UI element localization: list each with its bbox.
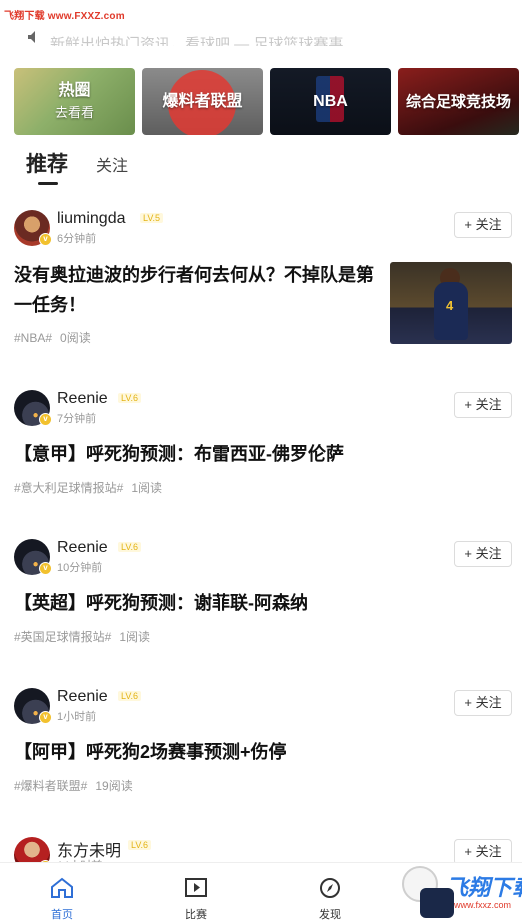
post-time: 10分钟前 bbox=[57, 562, 103, 574]
tab-following[interactable]: 关注 bbox=[96, 152, 128, 176]
post-tag[interactable]: #爆料者联盟# bbox=[14, 779, 87, 793]
nav-label: 首页 bbox=[51, 909, 73, 921]
post-username[interactable]: Reenie bbox=[57, 539, 108, 557]
post-username[interactable]: Reenie bbox=[57, 390, 108, 408]
post-title[interactable]: 【英超】呼死狗预测：谢菲联-阿森纳 bbox=[14, 588, 494, 618]
verified-badge-icon: v bbox=[39, 233, 52, 246]
home-icon bbox=[51, 877, 73, 898]
post-meta: #NBA# 0阅读 bbox=[14, 329, 91, 346]
compass-icon bbox=[320, 878, 340, 898]
nav-home[interactable]: 首页 bbox=[32, 877, 92, 922]
post-reads: 19阅读 bbox=[95, 779, 133, 793]
post-title[interactable]: 没有奥拉迪波的步行者何去何从？不掉队是第一任务！ bbox=[14, 260, 382, 320]
level-badge: LV.6 bbox=[128, 840, 152, 850]
post-thumbnail[interactable]: 4 bbox=[390, 262, 512, 344]
post-title[interactable]: 【阿甲】呼死狗2场赛事预测+伤停 bbox=[14, 737, 494, 767]
follow-button[interactable]: + 关注 bbox=[454, 212, 512, 238]
follow-button[interactable]: + 关注 bbox=[454, 541, 512, 567]
watermark-text: 飞翔下载 www.FXXZ.com bbox=[4, 11, 125, 22]
post-username[interactable]: Reenie bbox=[57, 688, 108, 706]
category-sublabel: 去看看 bbox=[54, 104, 94, 120]
feed-post[interactable]: v Reenie LV.6 10分钟前 + 关注 【英超】呼死狗预测：谢菲联-阿… bbox=[14, 539, 514, 649]
corner-logo-text: 飞翔下载 bbox=[446, 875, 522, 900]
category-row: 热圈 去看看 爆料者联盟 NBA 综合足球竞技场 bbox=[14, 68, 520, 135]
post-tag[interactable]: #NBA# bbox=[14, 331, 52, 345]
post-meta: #意大利足球情报站# 1阅读 bbox=[14, 479, 162, 496]
post-username[interactable]: liumingda bbox=[57, 210, 125, 228]
corner-watermark-logo: 飞翔下载 www.fxxz.com bbox=[402, 860, 522, 923]
category-label: 爆料者联盟 bbox=[162, 92, 243, 110]
level-badge: LV.6 bbox=[118, 691, 142, 701]
category-leaker-league[interactable]: 爆料者联盟 bbox=[142, 68, 263, 135]
post-time: 7分钟前 bbox=[57, 413, 97, 425]
announcement-text: 新鲜出炉热门资讯，看球吧 — 足球篮球赛事 bbox=[50, 36, 344, 46]
post-tag[interactable]: #意大利足球情报站# bbox=[14, 481, 123, 495]
category-nba[interactable]: NBA bbox=[270, 68, 391, 135]
post-title[interactable]: 【意甲】呼死狗预测：布雷西亚-佛罗伦萨 bbox=[14, 439, 494, 469]
verified-badge-icon: v bbox=[39, 413, 52, 426]
feed-post[interactable]: v Reenie LV.6 1小时前 + 关注 【阿甲】呼死狗2场赛事预测+伤停… bbox=[14, 688, 514, 798]
post-reads: 1阅读 bbox=[131, 481, 163, 495]
feed-post[interactable]: v Reenie LV.6 7分钟前 + 关注 【意甲】呼死狗预测：布雷西亚-佛… bbox=[14, 390, 514, 500]
post-meta: #英国足球情报站# 1阅读 bbox=[14, 628, 150, 645]
category-football-arena[interactable]: 综合足球竞技场 bbox=[398, 68, 519, 135]
category-label: NBA bbox=[313, 92, 348, 110]
active-tab-indicator bbox=[38, 182, 58, 185]
follow-button[interactable]: + 关注 bbox=[454, 690, 512, 716]
level-badge: LV.5 bbox=[140, 213, 164, 223]
post-time: 1小时前 bbox=[57, 711, 97, 723]
nav-label: 比赛 bbox=[185, 909, 207, 921]
nav-discover[interactable]: 发现 bbox=[300, 877, 360, 922]
feed-post[interactable]: v liumingda LV.5 6分钟前 + 关注 没有奥拉迪波的步行者何去何… bbox=[14, 210, 514, 350]
announcement-bar[interactable]: 新鲜出炉热门资讯，看球吧 — 足球篮球赛事 bbox=[0, 22, 522, 62]
post-reads: 1阅读 bbox=[119, 630, 151, 644]
post-reads: 0阅读 bbox=[60, 331, 91, 345]
post-tag[interactable]: #英国足球情报站# bbox=[14, 630, 111, 644]
verified-badge-icon: v bbox=[39, 711, 52, 724]
nav-label: 发现 bbox=[319, 909, 341, 921]
post-time: 6分钟前 bbox=[57, 233, 97, 245]
follow-button[interactable]: + 关注 bbox=[454, 392, 512, 418]
verified-badge-icon: v bbox=[39, 562, 52, 575]
category-label: 综合足球竞技场 bbox=[406, 93, 512, 110]
play-icon bbox=[185, 878, 207, 897]
nav-matches[interactable]: 比赛 bbox=[166, 877, 226, 922]
level-badge: LV.6 bbox=[118, 542, 142, 552]
speaker-icon bbox=[27, 30, 39, 49]
level-badge: LV.6 bbox=[118, 393, 142, 403]
post-meta: #爆料者联盟# 19阅读 bbox=[14, 777, 133, 794]
category-hot-circle[interactable]: 热圈 去看看 bbox=[14, 68, 135, 135]
category-label: 热圈 bbox=[58, 81, 91, 99]
corner-logo-url: www.fxxz.com bbox=[454, 900, 512, 910]
tab-recommend[interactable]: 推荐 bbox=[26, 148, 68, 178]
